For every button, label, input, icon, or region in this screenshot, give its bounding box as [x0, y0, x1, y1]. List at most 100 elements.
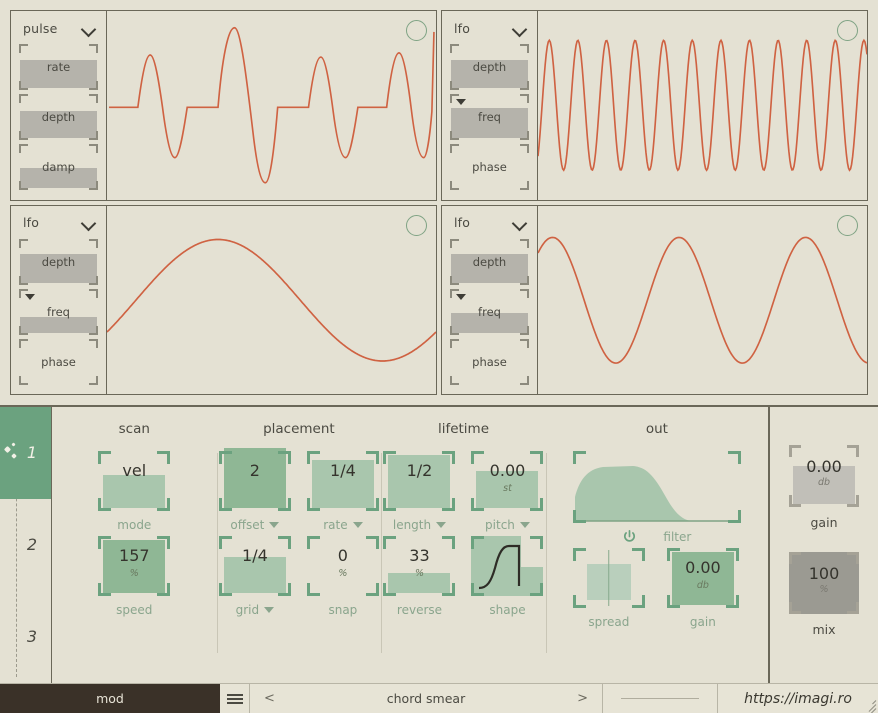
control-filter[interactable]: filter — [572, 451, 741, 544]
lane-label: 1 — [26, 443, 37, 463]
control-caption: mix — [812, 622, 836, 637]
mod-panel-1-header[interactable]: pulse — [11, 15, 106, 41]
chevron-down-icon[interactable] — [264, 607, 275, 613]
control-unit: % — [414, 568, 424, 579]
lane-label: 3 — [26, 627, 37, 647]
mod-panel-1-slider-damp[interactable]: damp — [19, 144, 98, 191]
mod-panel-3-slider-depth[interactable]: depth — [19, 238, 98, 285]
slider-label: depth — [41, 110, 76, 125]
lane-item-3[interactable]: 3 — [0, 591, 51, 683]
lane-label: 2 — [26, 535, 37, 555]
status-bar: mod < chord smear > https://imagi.ro — [0, 683, 878, 713]
chevron-down-icon[interactable] — [519, 522, 530, 528]
mod-panel-2-title: lfo — [454, 20, 471, 36]
control-caption: shape — [489, 603, 526, 617]
control-master-gain[interactable]: 0.00 db gain — [789, 445, 859, 530]
control-out-gain[interactable]: 0.00 db gain — [666, 548, 739, 629]
resize-grip-icon[interactable] — [860, 695, 877, 713]
mod-panel-4[interactable]: lfo depth freq phase — [441, 204, 868, 395]
next-preset-button[interactable]: > — [577, 691, 588, 706]
control-unit: st — [503, 483, 512, 494]
mod-panel-4-waveform[interactable] — [538, 206, 867, 395]
chevron-down-icon[interactable] — [514, 218, 527, 227]
modulation-marker-icon — [25, 293, 35, 300]
chevron-down-icon[interactable] — [436, 522, 447, 528]
control-value: 0.00 — [489, 461, 526, 480]
mod-panel-3-controls: lfo depth freq phase — [11, 205, 107, 394]
mod-panel-4-slider-phase[interactable]: phase — [450, 338, 529, 385]
mod-panel-2-slider-phase[interactable]: phase — [450, 144, 529, 191]
mod-panel-2-slider-freq[interactable]: freq — [450, 94, 529, 141]
control-offset[interactable]: 2 offset — [218, 448, 291, 532]
control-caption: length — [392, 518, 432, 532]
control-spread[interactable]: spread — [572, 548, 645, 629]
control-caption: gain — [689, 615, 716, 629]
control-pitch[interactable]: 0.00 st pitch — [471, 451, 544, 532]
lane-item-1[interactable]: 1 — [0, 407, 51, 499]
mod-panel-3-power-toggle[interactable] — [406, 214, 427, 236]
chevron-down-icon[interactable] — [514, 24, 527, 33]
control-value: 33 — [409, 546, 430, 565]
slider-label: freq — [478, 110, 501, 125]
mod-panel-3-waveform[interactable] — [107, 206, 436, 395]
waveform-pulse — [109, 26, 435, 184]
group-title: placement — [263, 421, 335, 437]
mod-panel-2[interactable]: lfo depth freq phase — [441, 10, 868, 201]
group-title: scan — [118, 421, 150, 437]
power-icon[interactable] — [622, 529, 637, 544]
slider-label: damp — [42, 160, 75, 175]
mod-panel-4-header[interactable]: lfo — [442, 210, 537, 236]
mod-panel-1-slider-depth[interactable]: depth — [19, 94, 98, 141]
mod-panel-3-slider-freq[interactable]: freq — [19, 288, 98, 335]
modulation-marker-icon — [456, 99, 466, 106]
mod-panel-1[interactable]: pulse rate depth damp — [10, 10, 437, 201]
brand-url[interactable]: https://imagi.ro — [718, 684, 878, 713]
chevron-down-icon[interactable] — [352, 522, 363, 528]
brand-url-label: https://imagi.ro — [744, 690, 852, 707]
mod-panel-2-header[interactable]: lfo — [442, 15, 537, 41]
group-lifetime: lifetime 1/2 length 0.00 st pitch 33 % r… — [381, 407, 546, 683]
mod-panel-2-power-toggle[interactable] — [837, 20, 858, 41]
control-master-mix[interactable]: 100 % mix — [789, 552, 859, 637]
mod-panel-3-title: lfo — [23, 215, 40, 230]
prev-preset-button[interactable]: < — [264, 691, 275, 706]
modulation-marker-icon — [456, 293, 466, 300]
chevron-down-icon[interactable] — [269, 522, 280, 528]
slider-label: phase — [472, 160, 507, 175]
mod-panel-1-power-toggle[interactable] — [406, 20, 427, 41]
control-value: 1/4 — [330, 461, 356, 480]
mod-panel-3-slider-phase[interactable]: phase — [19, 338, 98, 385]
control-reverse[interactable]: 33 % reverse — [383, 536, 456, 617]
mod-panel-4-title: lfo — [454, 215, 471, 230]
mod-panel-3-header[interactable]: lfo — [11, 210, 106, 236]
control-value: 2 — [249, 461, 260, 480]
chevron-down-icon[interactable] — [83, 218, 96, 227]
status-slider[interactable] — [603, 684, 718, 713]
preset-browser[interactable]: < chord smear > — [250, 684, 603, 713]
lane-selector: 1 2 3 — [0, 407, 52, 683]
mod-tab[interactable]: mod — [0, 684, 220, 713]
mod-panel-4-power-toggle[interactable] — [837, 214, 858, 236]
control-rate[interactable]: 1/4 rate — [306, 451, 379, 532]
control-shape[interactable]: shape — [471, 536, 544, 617]
hamburger-icon[interactable] — [220, 684, 250, 713]
control-length[interactable]: 1/2 length — [383, 451, 456, 532]
mod-panel-1-slider-rate[interactable]: rate — [19, 44, 98, 91]
lane-item-2[interactable]: 2 — [0, 499, 51, 591]
mod-panel-4-controls: lfo depth freq phase — [442, 205, 538, 394]
group-title: lifetime — [437, 421, 490, 437]
control-value: 157 — [119, 546, 150, 565]
mod-panel-4-slider-depth[interactable]: depth — [450, 238, 529, 285]
mod-panel-3[interactable]: lfo depth freq phase — [10, 204, 437, 395]
mod-panel-4-slider-freq[interactable]: freq — [450, 288, 529, 335]
shape-envelope-curve — [479, 544, 521, 590]
control-mode[interactable]: vel mode — [98, 451, 171, 532]
chevron-down-icon[interactable] — [83, 24, 96, 33]
mod-panel-2-slider-depth[interactable]: depth — [450, 44, 529, 91]
mod-panel-1-waveform[interactable] — [107, 11, 436, 200]
control-grid[interactable]: 1/4 grid — [218, 536, 291, 617]
control-snap[interactable]: 0 % snap — [306, 536, 379, 617]
control-speed[interactable]: 157 % speed — [98, 536, 171, 617]
mod-panel-2-waveform[interactable] — [538, 11, 867, 200]
slider-label: phase — [472, 354, 507, 369]
